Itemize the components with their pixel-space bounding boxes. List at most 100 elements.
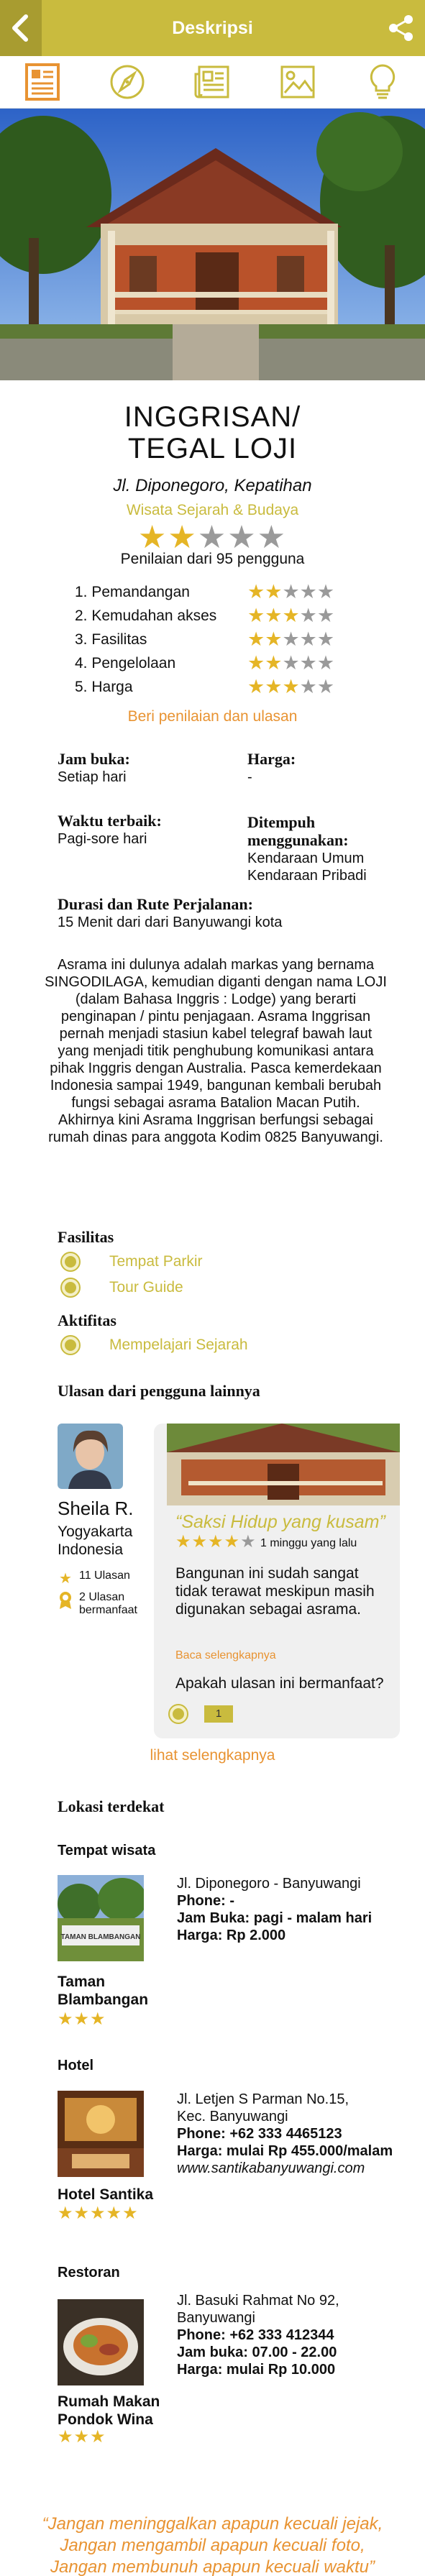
nearby-heading: Lokasi terdekat xyxy=(58,1797,165,1815)
review-body: Bangunan ini sudah sangat tidak terawat … xyxy=(175,1565,375,1618)
helpful-count[interactable]: 1 xyxy=(204,1705,233,1723)
place-address: Jl. Diponegoro, Kepatihan xyxy=(113,476,312,495)
star-filled-icon: ★ xyxy=(208,1532,224,1551)
attraction-phone: Phone: - xyxy=(177,1893,234,1909)
star-filled-icon: ★ xyxy=(90,2427,106,2447)
star-filled-icon: ★ xyxy=(58,2009,74,2029)
restaurant-price: Harga: mulai Rp 10.000 xyxy=(177,2362,336,2378)
star-filled-icon: ★ xyxy=(191,1532,209,1551)
lightbulb-icon xyxy=(370,64,395,99)
star-filled-icon: ★ xyxy=(265,628,283,650)
star-empty-icon: ★ xyxy=(282,628,300,650)
hotel-price: Harga: mulai Rp 455.000/malam xyxy=(177,2143,393,2159)
place-photo xyxy=(0,109,425,380)
star-filled-icon: ★ xyxy=(137,520,168,555)
rating-label: 5. Harga xyxy=(75,678,133,695)
star-filled-icon: ★ xyxy=(73,2009,91,2029)
review-rating-stars: ★★★★★ xyxy=(175,1531,257,1552)
nearby-hotel-heading: Hotel xyxy=(58,2058,93,2073)
hotel-website[interactable]: www.santikabanyuwangi.com xyxy=(177,2160,407,2177)
section-tab-bar xyxy=(0,56,425,109)
top-app-bar: Deskripsi xyxy=(0,0,425,56)
helpful-radio[interactable] xyxy=(168,1704,188,1724)
tab-tips[interactable] xyxy=(361,60,404,104)
hotel-details: Jl. Letjen S Parman No.15, Kec. Banyuwan… xyxy=(177,2091,407,2177)
opening-hours-label: Jam buka: xyxy=(58,750,130,768)
place-category[interactable]: Wisata Sejarah & Budaya xyxy=(0,502,425,519)
star-filled-icon: ★ xyxy=(247,628,265,650)
hotel-rating-stars: ★★★★★ xyxy=(58,2203,139,2224)
restaurant-photo[interactable] xyxy=(58,2299,144,2385)
star-filled-icon: ★ xyxy=(282,605,300,626)
star-empty-icon: ★ xyxy=(299,605,317,626)
share-icon[interactable] xyxy=(388,14,415,42)
helpful-question: Apakah ulasan ini bermanfaat? xyxy=(175,1675,384,1692)
facility-label: Tour Guide xyxy=(109,1279,183,1296)
rating-label: 3. Fasilitas xyxy=(75,631,147,648)
transport: Ditempuh menggunakan: Kendaraan Umum Ken… xyxy=(247,814,384,884)
star-empty-icon: ★ xyxy=(299,676,317,697)
review-title: “Saksi Hidup yang kusam” xyxy=(175,1512,385,1532)
read-more-link[interactable]: Baca selengkapnya xyxy=(175,1649,276,1662)
duration-value: 15 Menit dari dari Banyuwangi kota xyxy=(58,915,283,930)
rating-label: 2. Kemudahan akses xyxy=(75,607,217,624)
rating-row: 2. Kemudahan akses ★★★★★ xyxy=(75,604,362,628)
rate-and-review-link[interactable]: Beri penilaian dan ulasan xyxy=(0,708,425,725)
rating-count: Penilaian dari 95 pengguna xyxy=(120,551,305,567)
activity-item: Mempelajari Sejarah xyxy=(60,1335,248,1355)
see-more-reviews-link[interactable]: lihat selengkapnya xyxy=(0,1747,425,1764)
attraction-name[interactable]: Taman Blambangan xyxy=(58,1973,148,2009)
reviewer-helpful-count: 2 Ulasan bermanfaat xyxy=(58,1591,137,1617)
restaurant-phone: Phone: +62 333 412344 xyxy=(177,2327,334,2343)
activities-heading: Aktifitas xyxy=(58,1311,116,1329)
compass-icon xyxy=(110,65,145,99)
star-empty-icon: ★ xyxy=(316,652,335,674)
review-photo[interactable] xyxy=(167,1424,400,1505)
gallery-icon xyxy=(280,65,315,98)
attraction-address: Jl. Diponegoro - Banyuwangi xyxy=(177,1876,361,1892)
star-filled-icon: ★ xyxy=(282,676,300,697)
star-filled-icon: ★ xyxy=(175,1532,192,1551)
restaurant-hours: Jam buka: 07.00 - 22.00 xyxy=(177,2344,337,2360)
hotel-phone: Phone: +62 333 4465123 xyxy=(177,2126,342,2142)
star-filled-icon: ★ xyxy=(58,2427,74,2447)
tab-description[interactable] xyxy=(21,60,64,104)
rating-label: 4. Pengelolaan xyxy=(75,654,176,671)
hotel-name[interactable]: Hotel Santika xyxy=(58,2186,153,2204)
star-filled-icon: ★ xyxy=(247,581,265,602)
hotel-photo[interactable] xyxy=(58,2091,144,2177)
star-filled-icon: ★ xyxy=(168,520,198,555)
rating-stars: ★★★★★ xyxy=(247,581,334,603)
bullet-icon xyxy=(60,1278,81,1298)
best-time-label: Waktu terbaik: xyxy=(58,812,162,830)
rating-stars: ★★★★★ xyxy=(247,652,334,674)
attraction-photo[interactable]: TAMAN BLAMBANGAN xyxy=(58,1875,144,1961)
facility-item: Tempat Parkir xyxy=(60,1252,203,1272)
star-filled-icon: ★ xyxy=(265,605,283,626)
nearby-restaurant-heading: Restoran xyxy=(58,2265,120,2281)
attraction-rating-stars: ★★★ xyxy=(58,2009,106,2030)
star-filled-icon: ★ xyxy=(265,652,283,674)
badge-icon xyxy=(58,1591,73,1614)
back-button[interactable] xyxy=(0,0,42,56)
reviewer-name[interactable]: Sheila R. xyxy=(58,1498,134,1520)
star-filled-icon: ★ xyxy=(90,2009,106,2029)
star-empty-icon: ★ xyxy=(197,520,228,555)
tab-news[interactable] xyxy=(191,60,234,104)
reviewer-city: Yogyakarta xyxy=(58,1523,133,1540)
tab-gallery[interactable] xyxy=(276,60,319,104)
avatar[interactable] xyxy=(58,1424,123,1489)
place-title: INGGRISAN/ TEGAL LOJI xyxy=(0,401,425,464)
rating-stars: ★★★★★ xyxy=(247,628,334,651)
star-empty-icon: ★ xyxy=(299,581,317,602)
star-filled-icon: ★ xyxy=(247,605,265,626)
star-filled-icon: ★ xyxy=(247,652,265,674)
star-empty-icon: ★ xyxy=(316,628,335,650)
restaurant-name[interactable]: Rumah Makan Pondok Wina xyxy=(58,2393,160,2429)
document-icon xyxy=(25,63,60,101)
star-filled-icon: ★ xyxy=(106,2204,123,2223)
transport-label: Ditempuh menggunakan: xyxy=(247,813,349,849)
duration: Durasi dan Rute Perjalanan: 15 Menit dar… xyxy=(58,896,282,931)
attraction-sign-text: TAMAN BLAMBANGAN xyxy=(61,1933,141,1941)
tab-direction[interactable] xyxy=(106,60,149,104)
